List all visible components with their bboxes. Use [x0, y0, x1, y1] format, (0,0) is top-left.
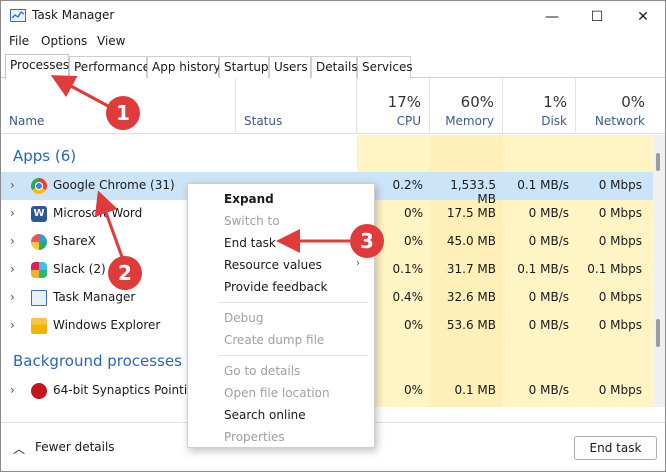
- chevron-right-icon[interactable]: ›: [10, 262, 15, 276]
- column-header: ︿ Name Status 17% CPU 60% Memory 1% Disk…: [1, 78, 665, 134]
- annotation-badge-1: 1: [106, 96, 140, 130]
- vertical-scrollbar[interactable]: [653, 135, 665, 407]
- tab-users[interactable]: Users: [269, 56, 311, 78]
- maximize-button[interactable]: ☐: [574, 1, 620, 32]
- chevron-right-icon[interactable]: ›: [10, 383, 15, 397]
- fewer-details-link[interactable]: Fewer details: [35, 440, 115, 454]
- ctx-open-file-location: Open file location: [224, 386, 330, 400]
- chevron-right-icon[interactable]: ›: [10, 290, 15, 304]
- tab-details[interactable]: Details: [311, 56, 358, 78]
- chevron-right-icon[interactable]: ›: [10, 206, 15, 220]
- ctx-debug: Debug: [224, 311, 264, 325]
- header-network[interactable]: 0% Network: [576, 78, 653, 134]
- context-menu: Expand Switch to End task Resource value…: [187, 183, 375, 448]
- menu-options[interactable]: Options: [41, 34, 87, 48]
- title-bar: Task Manager — ☐ ✕: [1, 1, 665, 32]
- ctx-switch-to: Switch to: [224, 214, 280, 228]
- menu-file[interactable]: File: [9, 34, 29, 48]
- chevron-right-icon[interactable]: ›: [10, 234, 15, 248]
- ctx-properties: Properties: [224, 430, 285, 444]
- tab-bar: Processes Performance App history Startu…: [1, 54, 665, 79]
- ctx-provide-feedback[interactable]: Provide feedback: [224, 280, 327, 294]
- ctx-end-task[interactable]: End task: [224, 236, 276, 250]
- tab-app-history[interactable]: App history: [147, 56, 221, 78]
- ctx-go-to-details: Go to details: [224, 364, 301, 378]
- slack-icon: [31, 262, 47, 278]
- menu-view[interactable]: View: [97, 34, 125, 48]
- tab-performance[interactable]: Performance: [69, 56, 150, 78]
- chrome-icon: [31, 178, 47, 194]
- chevron-up-icon[interactable]: ︿: [13, 440, 25, 457]
- window-title: Task Manager: [32, 8, 115, 22]
- header-cpu[interactable]: 17% CPU: [357, 78, 430, 134]
- ctx-search-online[interactable]: Search online: [224, 408, 306, 422]
- chevron-right-icon[interactable]: ›: [10, 178, 15, 192]
- ctx-create-dump: Create dump file: [224, 333, 325, 347]
- scrollbar-thumb-lower[interactable]: [656, 319, 660, 347]
- annotation-badge-2: 2: [108, 256, 142, 290]
- sharex-icon: [31, 234, 47, 250]
- group-apps: Apps (6): [13, 147, 77, 165]
- header-disk[interactable]: 1% Disk: [503, 78, 576, 134]
- chevron-right-icon[interactable]: ›: [10, 318, 15, 332]
- submenu-arrow-icon: ›: [356, 258, 360, 269]
- synaptics-icon: [31, 383, 47, 399]
- menu-separator: [218, 302, 368, 303]
- tab-services[interactable]: Services: [357, 56, 413, 78]
- group-background: Background processes (1: [13, 352, 203, 370]
- menu-bar: File Options View: [1, 32, 665, 52]
- minimize-button[interactable]: —: [529, 1, 575, 32]
- ctx-expand[interactable]: Expand: [224, 192, 274, 206]
- task-manager-icon: [10, 9, 26, 22]
- word-icon: W: [31, 206, 47, 222]
- header-status[interactable]: Status: [236, 78, 357, 134]
- ctx-resource-values[interactable]: Resource values: [224, 258, 322, 272]
- menu-separator: [218, 355, 368, 356]
- tab-processes[interactable]: Processes: [5, 54, 69, 79]
- tab-startup[interactable]: Startup: [219, 56, 269, 78]
- header-memory[interactable]: 60% Memory: [430, 78, 503, 134]
- annotation-badge-3: 3: [350, 224, 384, 258]
- folder-icon: [31, 318, 47, 334]
- scrollbar-thumb[interactable]: [656, 153, 660, 171]
- end-task-button[interactable]: End task: [574, 436, 657, 460]
- close-button[interactable]: ✕: [620, 1, 666, 32]
- task-manager-icon: [31, 290, 47, 306]
